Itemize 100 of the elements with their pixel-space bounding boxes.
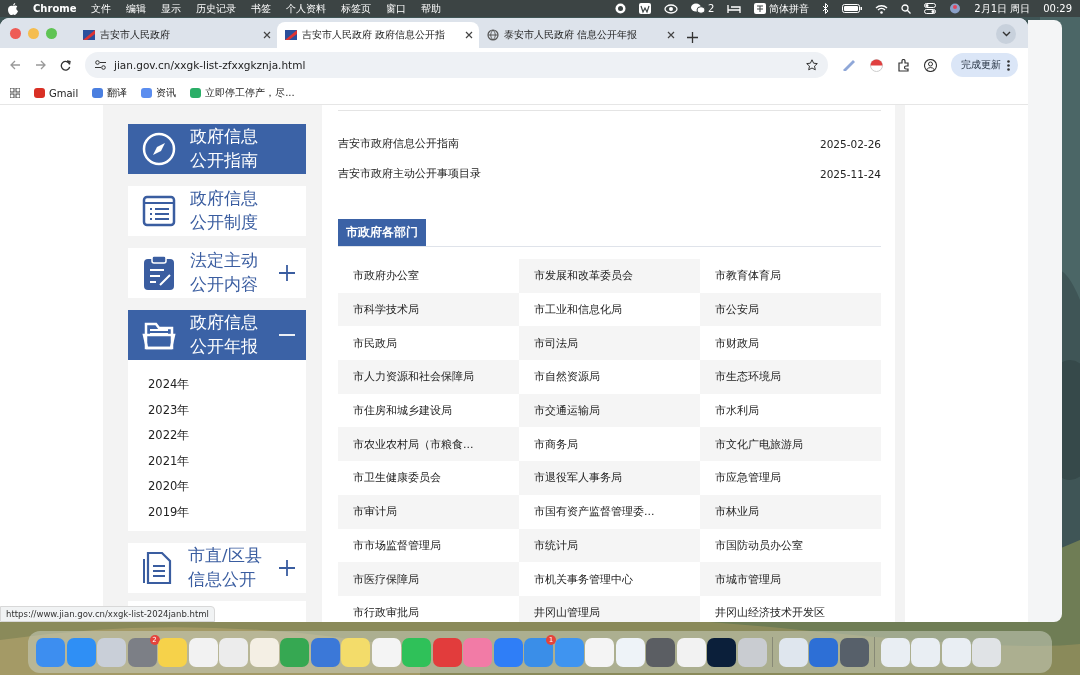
department-link[interactable]: 市医疗保障局 xyxy=(338,562,519,596)
close-tab-icon[interactable] xyxy=(263,31,271,39)
bookmark[interactable]: 立即停工停产，尽... xyxy=(190,86,295,100)
section-heading: 市政府各部门 xyxy=(338,219,426,246)
department-link[interactable]: 市商务局 xyxy=(519,427,700,462)
year-link[interactable]: 2021年 xyxy=(148,448,306,474)
star-icon[interactable] xyxy=(806,59,818,71)
department-link[interactable]: 市国防动员办公室 xyxy=(700,528,881,563)
department-link[interactable]: 市市场监督管理局 xyxy=(338,528,519,563)
department-link[interactable]: 市政府办公室 xyxy=(338,259,519,293)
browser-tab[interactable]: 泰安市人民政府 信息公开年报 xyxy=(479,22,681,48)
menu-item[interactable]: 显示 xyxy=(161,1,182,16)
department-link[interactable]: 市卫生健康委员会 xyxy=(338,461,519,495)
department-link[interactable]: 市文化广电旅游局 xyxy=(700,427,881,462)
menu-item[interactable]: 标签页 xyxy=(341,1,372,16)
year-link[interactable]: 2020年 xyxy=(148,474,306,500)
app-menu[interactable]: Chrome xyxy=(33,3,77,14)
year-link[interactable]: 2024年 xyxy=(148,372,306,398)
department-link[interactable]: 市司法局 xyxy=(519,326,700,361)
department-link[interactable]: 市公安局 xyxy=(700,292,881,327)
wifi-icon[interactable] xyxy=(875,3,889,14)
department-link[interactable]: 市自然资源局 xyxy=(519,360,700,394)
expand-icon[interactable] xyxy=(278,559,296,577)
department-link[interactable]: 市国有资产监督管理委... xyxy=(519,494,700,529)
date-label[interactable]: 2月1日 周日 xyxy=(974,1,1031,16)
ball-icon[interactable] xyxy=(870,58,883,72)
document-link[interactable]: 吉安市政府信息公开指南 xyxy=(338,137,459,151)
department-link[interactable]: 市民政局 xyxy=(338,326,519,361)
extensions-icon[interactable] xyxy=(897,58,910,72)
control-center-icon[interactable] xyxy=(924,3,937,14)
browser-tab[interactable]: 吉安市人民政府 政府信息公开指 xyxy=(277,22,479,48)
department-link[interactable]: 市交通运输局 xyxy=(519,393,700,428)
app-icon[interactable] xyxy=(707,637,736,667)
address-bar[interactable]: jian.gov.cn/xxgk-list-zfxxgkznja.html xyxy=(85,52,828,78)
clock[interactable]: 00:29 xyxy=(1043,3,1072,14)
pen-icon[interactable] xyxy=(842,59,856,71)
new-tab-icon[interactable] xyxy=(687,32,698,43)
record-icon[interactable] xyxy=(614,3,626,14)
year-link[interactable]: 2023年 xyxy=(148,397,306,423)
forward-icon[interactable] xyxy=(35,60,46,70)
input-method-icon[interactable] xyxy=(754,3,767,14)
menu-item[interactable]: 文件 xyxy=(91,1,112,16)
bluetooth-icon[interactable] xyxy=(822,3,830,14)
sidebar-item[interactable]: 市直/区县 信息公开 xyxy=(128,543,306,593)
sidebar-item[interactable]: 政府信息 公开年报 xyxy=(128,310,306,360)
bookmark[interactable]: Gmail xyxy=(34,87,79,99)
department-link[interactable]: 市发展和改革委员会 xyxy=(519,259,700,293)
menu-item[interactable]: 帮助 xyxy=(421,1,442,16)
zoom-button[interactable] xyxy=(46,27,57,39)
department-link[interactable]: 市工业和信息化局 xyxy=(519,292,700,327)
menu-item[interactable]: 个人资料 xyxy=(286,1,327,16)
menu-item[interactable]: 历史记录 xyxy=(196,1,237,16)
department-link[interactable]: 市水利局 xyxy=(700,393,881,428)
battery-icon[interactable] xyxy=(842,4,863,13)
search-icon[interactable] xyxy=(901,3,912,14)
close-tab-icon[interactable] xyxy=(465,31,473,39)
tab-search-button[interactable] xyxy=(996,24,1016,44)
update-button[interactable]: 完成更新 xyxy=(951,53,1018,77)
year-link[interactable]: 2022年 xyxy=(148,423,306,449)
menu-item[interactable]: 书签 xyxy=(251,1,272,16)
department-link[interactable]: 市住房和城乡建设局 xyxy=(338,393,519,428)
department-link[interactable]: 市财政局 xyxy=(700,326,881,361)
bookmark[interactable]: 翻译 xyxy=(92,86,128,100)
apps-grid-icon[interactable] xyxy=(10,88,20,98)
department-link[interactable]: 井冈山经济技术开发区 xyxy=(700,595,881,622)
department-link[interactable]: 井冈山管理局 xyxy=(519,595,700,622)
department-link[interactable]: 市科学技术局 xyxy=(338,292,519,327)
w-app-icon[interactable] xyxy=(638,3,651,14)
chat-icon[interactable] xyxy=(690,3,705,14)
department-link[interactable]: 市人力资源和社会保障局 xyxy=(338,360,519,394)
sidebar-item[interactable]: 政府信息 公开指南 xyxy=(128,124,306,174)
year-link[interactable]: 2019年 xyxy=(148,499,306,525)
department-link[interactable]: 市审计局 xyxy=(338,494,519,529)
site-settings-icon[interactable] xyxy=(95,60,106,70)
close-button[interactable] xyxy=(10,27,21,39)
department-link[interactable]: 市机关事务管理中心 xyxy=(519,562,700,596)
reload-icon[interactable] xyxy=(60,59,71,71)
department-link[interactable]: 市退役军人事务局 xyxy=(519,461,700,495)
department-link[interactable]: 市应急管理局 xyxy=(700,461,881,495)
expand-icon[interactable] xyxy=(278,264,296,282)
document-link[interactable]: 吉安市政府主动公开事项目录 xyxy=(338,167,481,181)
department-link[interactable]: 市生态环境局 xyxy=(700,360,881,394)
browser-tab[interactable]: 吉安市人民政府 xyxy=(75,22,277,48)
apple-icon[interactable] xyxy=(8,2,18,15)
department-link[interactable]: 市统计局 xyxy=(519,528,700,563)
menu-item[interactable]: 编辑 xyxy=(126,1,147,16)
menu-item[interactable]: 窗口 xyxy=(386,1,407,16)
back-icon[interactable] xyxy=(10,60,21,70)
department-link[interactable]: 市行政审批局 xyxy=(338,595,519,622)
department-link[interactable]: 市教育体育局 xyxy=(700,259,881,293)
user-avatar-icon[interactable] xyxy=(949,3,962,14)
sidebar-item[interactable]: 政府信息 公开制度 xyxy=(128,186,306,236)
department-link[interactable]: 市城市管理局 xyxy=(700,562,881,596)
sidebar-item[interactable]: 法定主动 公开内容 xyxy=(128,248,306,298)
close-tab-icon[interactable] xyxy=(667,31,675,39)
bed-icon[interactable] xyxy=(727,4,742,13)
department-link[interactable]: 市林业局 xyxy=(700,494,881,529)
profile-icon[interactable] xyxy=(924,58,937,72)
department-link[interactable]: 市农业农村局（市粮食... xyxy=(338,427,519,462)
bookmark[interactable]: 资讯 xyxy=(141,86,177,100)
